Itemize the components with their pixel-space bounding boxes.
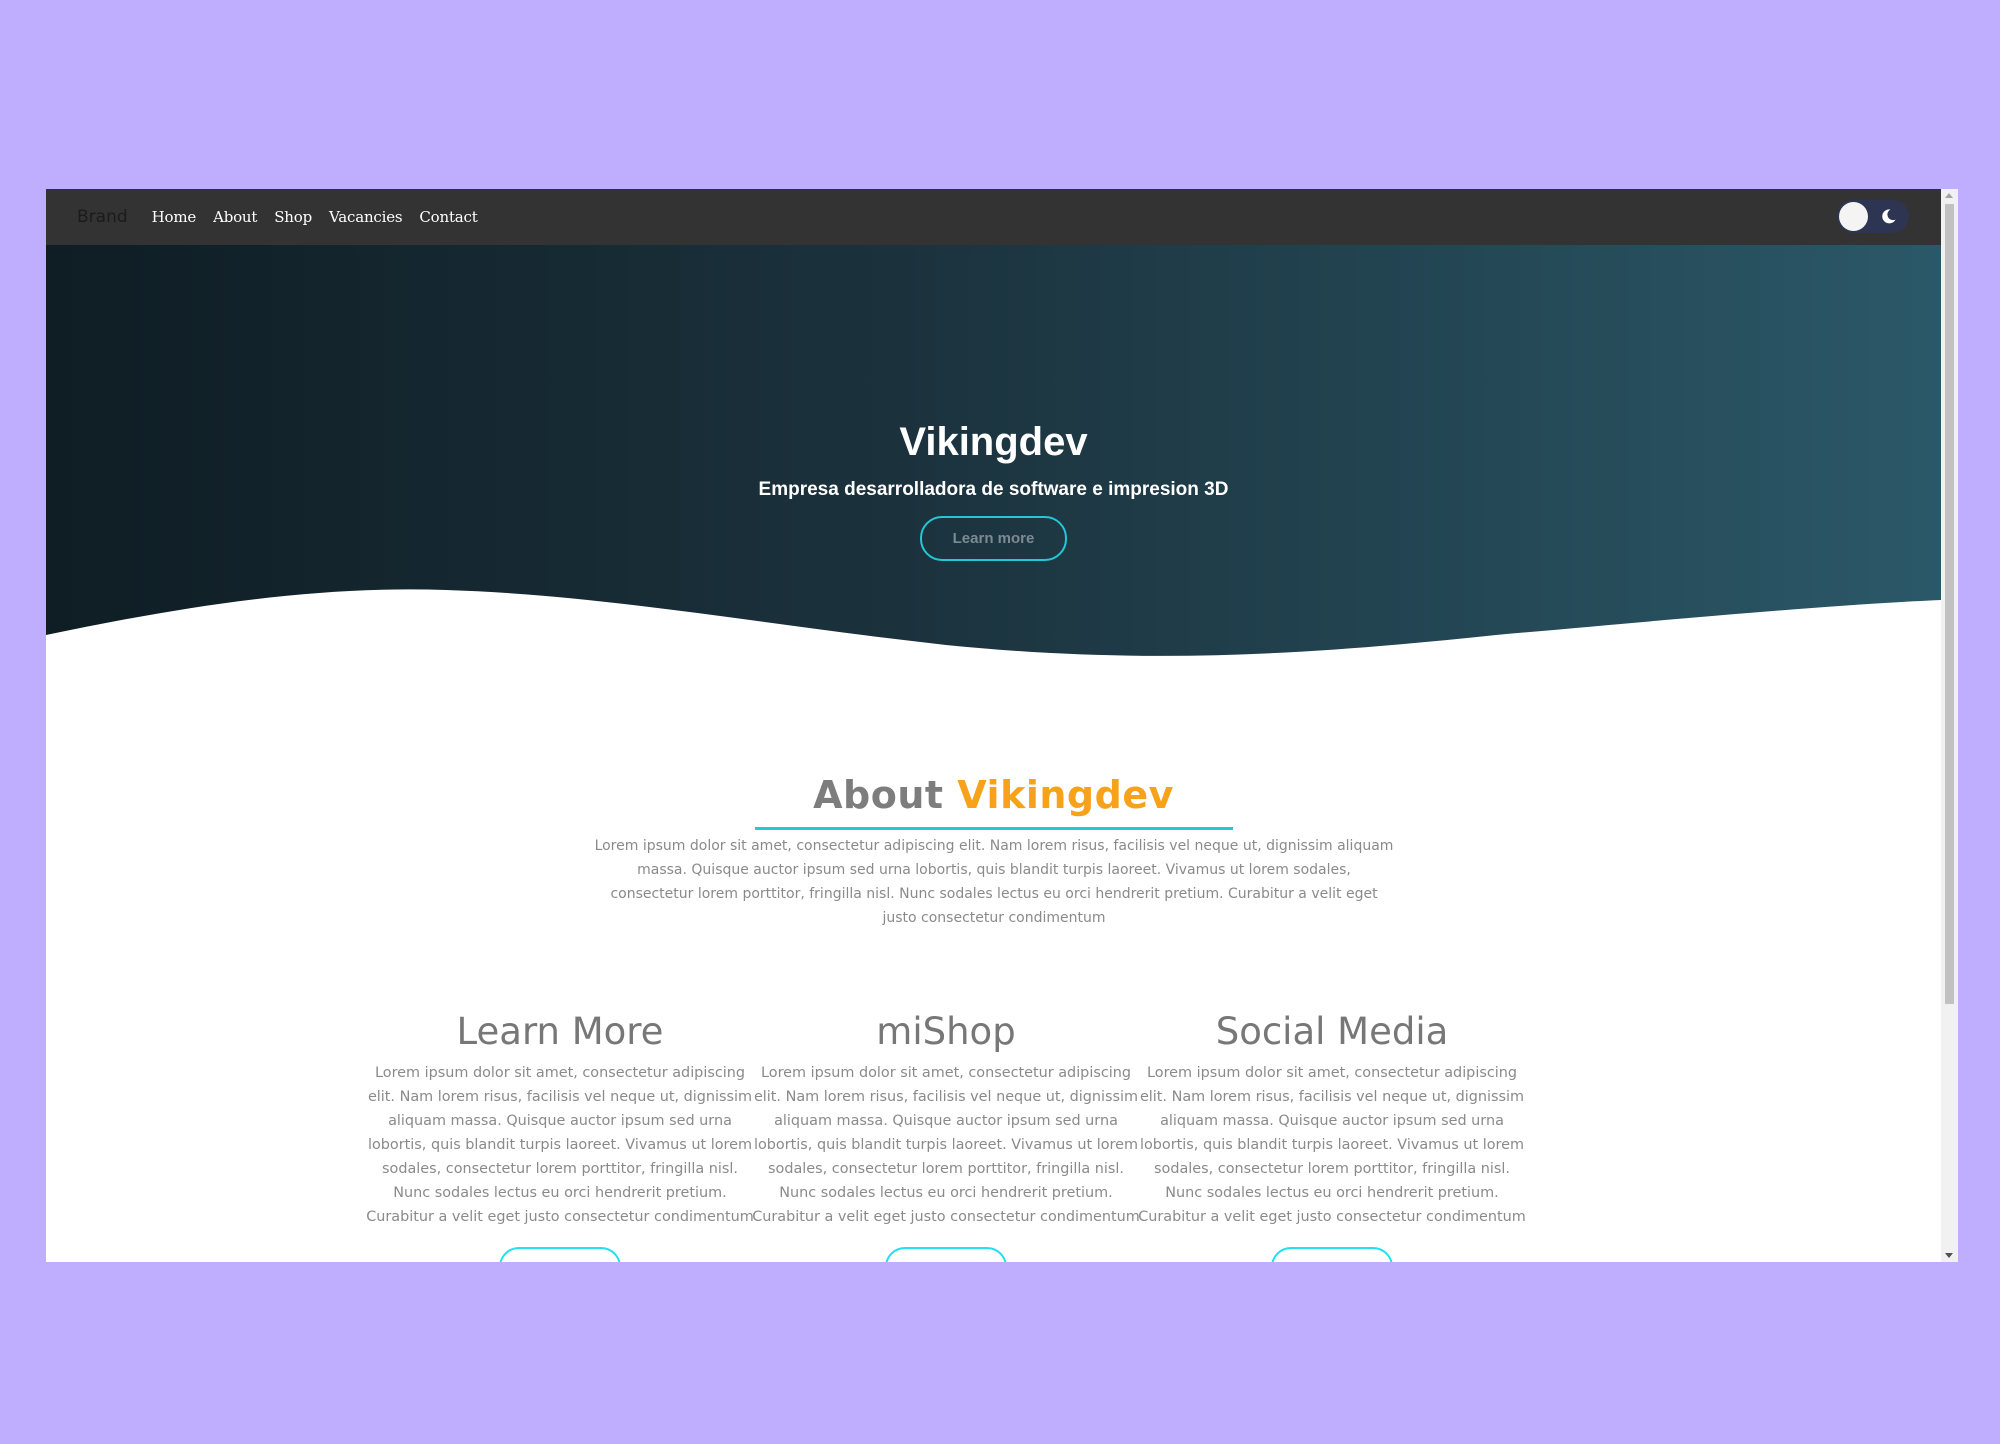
nav-link-home[interactable]: Home	[152, 208, 197, 226]
nav-link-shop[interactable]: Shop	[274, 208, 312, 226]
about-text: Lorem ipsum dolor sit amet, consectetur …	[594, 838, 1394, 926]
moon-icon	[1882, 209, 1896, 224]
card-learn-more: Learn More Lorem ipsum dolor sit amet, c…	[365, 1007, 755, 1262]
card-title: Social Media	[1215, 1010, 1449, 1053]
nav-link-contact[interactable]: Contact	[419, 208, 477, 226]
card-button[interactable]	[499, 1247, 621, 1262]
nav-link-vacancies[interactable]: Vacancies	[329, 208, 403, 226]
card-button[interactable]	[885, 1247, 1007, 1262]
card-text: Lorem ipsum dolor sit amet, consectetur …	[366, 1065, 754, 1225]
scroll-down-arrow-icon[interactable]	[1945, 1253, 1953, 1258]
card-title: Learn More	[456, 1010, 664, 1053]
card-text: Lorem ipsum dolor sit amet, consectetur …	[1138, 1065, 1526, 1225]
scroll-up-arrow-icon[interactable]	[1945, 193, 1953, 198]
browser-window: Brand Home About Shop Vacancies Contact …	[46, 189, 1958, 1262]
card-title: miShop	[876, 1010, 1016, 1053]
hero-subtitle: Empresa desarrolladora de software e imp…	[758, 479, 1229, 500]
page-viewport: Brand Home About Shop Vacancies Contact …	[46, 189, 1941, 1262]
learn-more-button[interactable]: Learn more	[920, 516, 1067, 561]
hero-title: Vikingdev	[899, 420, 1088, 464]
about-title: About Vikingdev	[46, 773, 1941, 817]
brand-link[interactable]: Brand	[77, 207, 128, 227]
navbar: Brand Home About Shop Vacancies Contact	[46, 189, 1941, 245]
card-social-media: Social Media Lorem ipsum dolor sit amet,…	[1137, 1007, 1527, 1262]
hero-wave	[46, 589, 1941, 725]
about-title-prefix: About	[813, 773, 944, 817]
about-title-brand: Vikingdev	[957, 773, 1174, 817]
vertical-scrollbar[interactable]	[1941, 189, 1958, 1262]
about-underline	[755, 827, 1233, 830]
card-mishop: miShop Lorem ipsum dolor sit amet, conse…	[751, 1007, 1141, 1262]
nav-link-about[interactable]: About	[213, 208, 257, 226]
card-button[interactable]	[1271, 1247, 1393, 1262]
card-text: Lorem ipsum dolor sit amet, consectetur …	[752, 1065, 1140, 1225]
nav-links: Home About Shop Vacancies Contact	[152, 208, 495, 226]
scroll-thumb[interactable]	[1945, 204, 1954, 1004]
theme-toggle[interactable]	[1837, 200, 1909, 233]
hero-section: Vikingdev Empresa desarrolladora de soft…	[46, 245, 1941, 725]
toggle-knob	[1839, 202, 1868, 231]
